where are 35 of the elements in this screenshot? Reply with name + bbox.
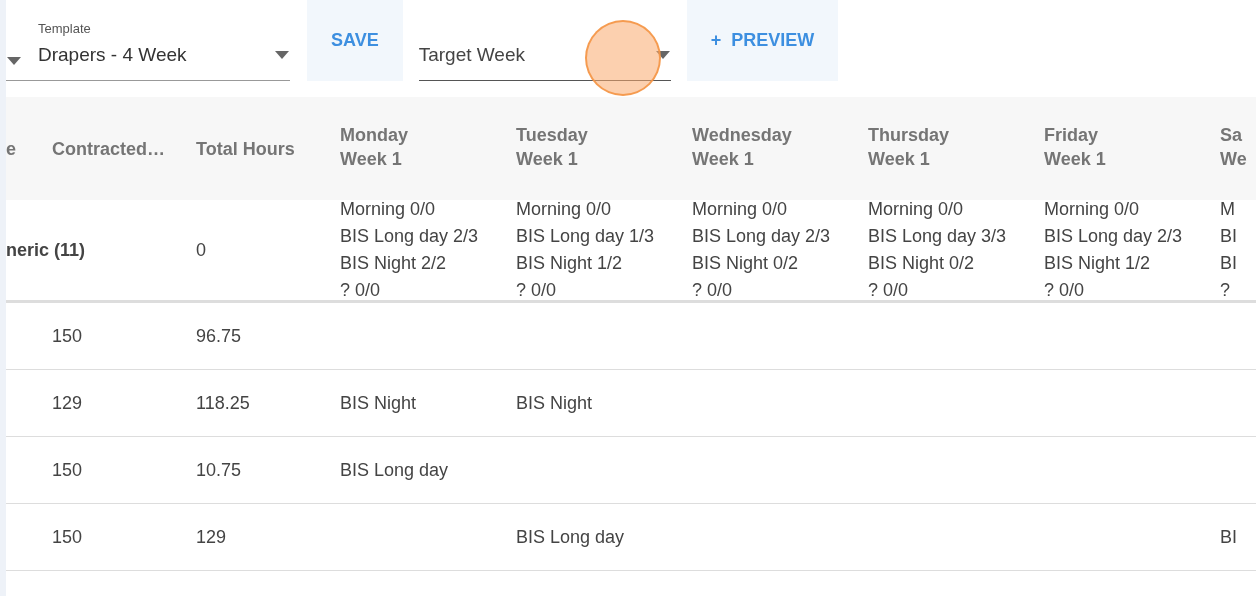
table-cell: 150 xyxy=(40,504,184,571)
shift-summary: M BI BI ? xyxy=(1208,200,1256,303)
table-cell: 150 xyxy=(40,303,184,370)
column-header: Thursday Week 1 xyxy=(856,97,1032,200)
table-cell: 118.25 xyxy=(184,370,328,437)
table-cell: BI xyxy=(1208,504,1256,571)
column-header: e xyxy=(6,97,40,200)
column-header: Total Hours xyxy=(184,97,328,200)
caret-icon xyxy=(654,50,671,60)
target-week-select[interactable]: Target Week xyxy=(418,0,671,81)
table-cell: BIS Night xyxy=(328,370,504,437)
caret-icon xyxy=(274,50,290,60)
table-cell: 0 xyxy=(184,200,328,303)
caret-icon xyxy=(6,56,22,66)
table-cell: BIS Night xyxy=(504,370,680,437)
table-cell: BIS Long day xyxy=(504,504,680,571)
column-header: Monday Week 1 xyxy=(328,97,504,200)
column-header: Tuesday Week 1 xyxy=(504,97,680,200)
column-header: Sa We xyxy=(1208,97,1256,200)
column-header: Contracted… xyxy=(40,97,184,200)
shift-summary: Morning 0/0 BIS Long day 2/3 BIS Night 2/2 ? 0/0 xyxy=(328,200,504,303)
column-header: Wednesday Week 1 xyxy=(680,97,856,200)
shift-summary: Morning 0/0 BIS Long day 1/3 BIS Night 1/2 ? 0/0 xyxy=(504,200,680,303)
shift-summary: Morning 0/0 BIS Long day 2/3 BIS Night 1/2 ? 0/0 xyxy=(1032,200,1208,303)
table-cell: 129 xyxy=(184,504,328,571)
table-cell: 10.75 xyxy=(184,437,328,504)
shift-summary: Morning 0/0 BIS Long day 3/3 BIS Night 0/2 ? 0/0 xyxy=(856,200,1032,303)
group-name: neric (11) xyxy=(6,200,184,303)
column-header: Friday Week 1 xyxy=(1032,97,1208,200)
table-cell: 129 xyxy=(40,370,184,437)
table-cell: BIS Long day xyxy=(328,437,504,504)
template-select[interactable]: Template Drapers - 4 Week xyxy=(38,0,290,81)
shift-summary: Morning 0/0 BIS Long day 2/3 BIS Night 0/2 ? 0/0 xyxy=(680,200,856,303)
table-cell: 96.75 xyxy=(184,303,328,370)
table-cell: 150 xyxy=(40,437,184,504)
